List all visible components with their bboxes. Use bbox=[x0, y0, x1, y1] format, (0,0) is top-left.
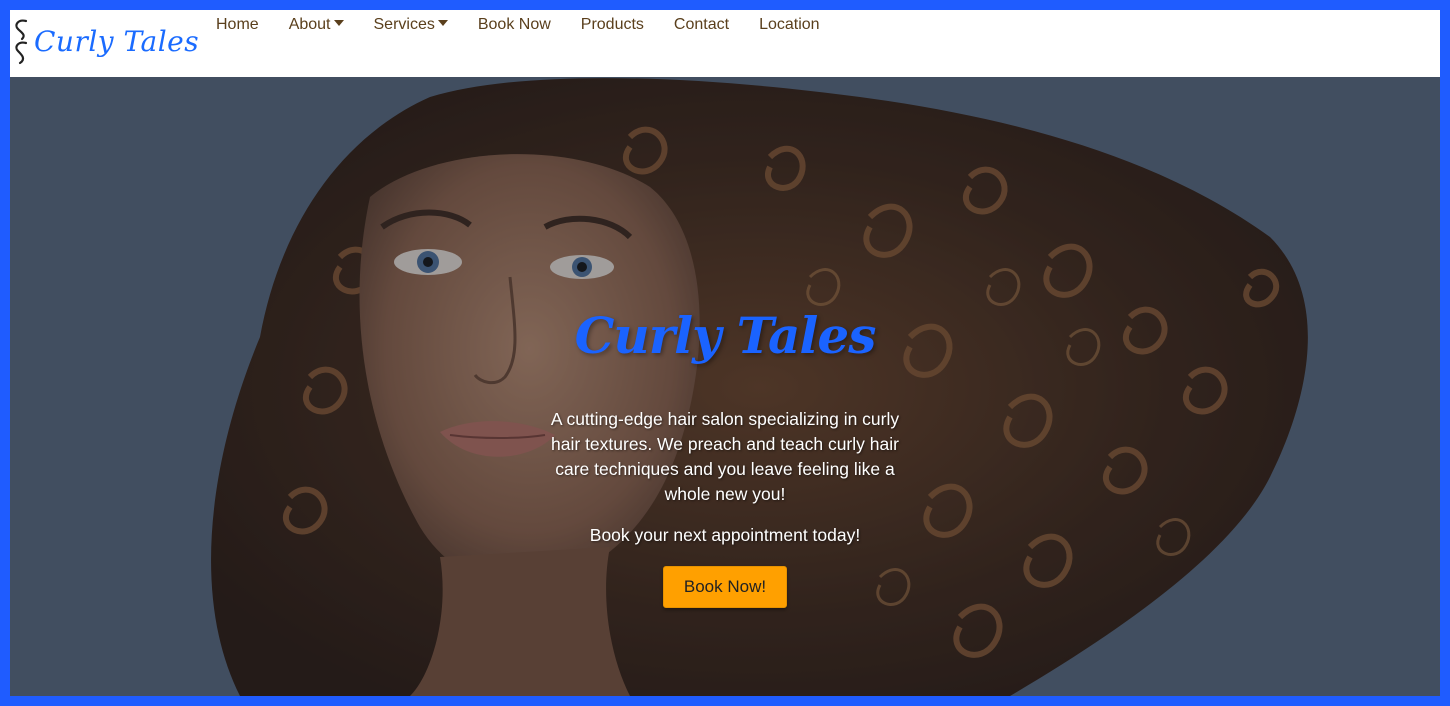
browser-frame: Curly Tales Home About Services Book Now… bbox=[0, 0, 1450, 706]
brand-logo[interactable]: Curly Tales bbox=[12, 16, 199, 66]
nav-item-label: Book Now bbox=[477, 16, 551, 33]
hero-cta-text: Book your next appointment today! bbox=[589, 525, 861, 545]
nav-item-home[interactable]: Home bbox=[201, 15, 274, 35]
nav-item-label: Home bbox=[216, 16, 259, 33]
nav-item-location[interactable]: Location bbox=[744, 15, 835, 35]
nav-item-label: Products bbox=[580, 16, 644, 33]
nav-item-label: Location bbox=[759, 16, 820, 33]
book-now-button[interactable]: Book Now! bbox=[662, 566, 788, 608]
nav-item-products[interactable]: Products bbox=[566, 15, 659, 35]
nav-item-about[interactable]: About bbox=[274, 15, 359, 35]
page: Curly Tales Home About Services Book Now… bbox=[10, 10, 1440, 696]
caret-down-icon bbox=[437, 20, 448, 26]
main-navigation: Home About Services Book Now Products Co… bbox=[201, 15, 835, 35]
hero-content: Curly Tales A cutting-edge hair salon sp… bbox=[550, 307, 900, 608]
nav-item-services[interactable]: Services bbox=[359, 15, 463, 35]
brand-name: Curly Tales bbox=[34, 24, 200, 58]
logo-mark-icon bbox=[15, 19, 28, 65]
hero-title: Curly Tales bbox=[574, 306, 877, 365]
nav-item-label: Services bbox=[373, 16, 435, 33]
hero-description: A cutting-edge hair salon specializing i… bbox=[550, 409, 900, 504]
navbar: Curly Tales Home About Services Book Now… bbox=[10, 10, 1440, 77]
nav-item-book-now[interactable]: Book Now bbox=[463, 15, 566, 35]
nav-item-contact[interactable]: Contact bbox=[659, 15, 744, 35]
hero-section: Curly Tales A cutting-edge hair salon sp… bbox=[10, 77, 1440, 696]
nav-item-label: About bbox=[288, 16, 331, 33]
nav-item-label: Contact bbox=[673, 16, 730, 33]
caret-down-icon bbox=[333, 20, 344, 26]
